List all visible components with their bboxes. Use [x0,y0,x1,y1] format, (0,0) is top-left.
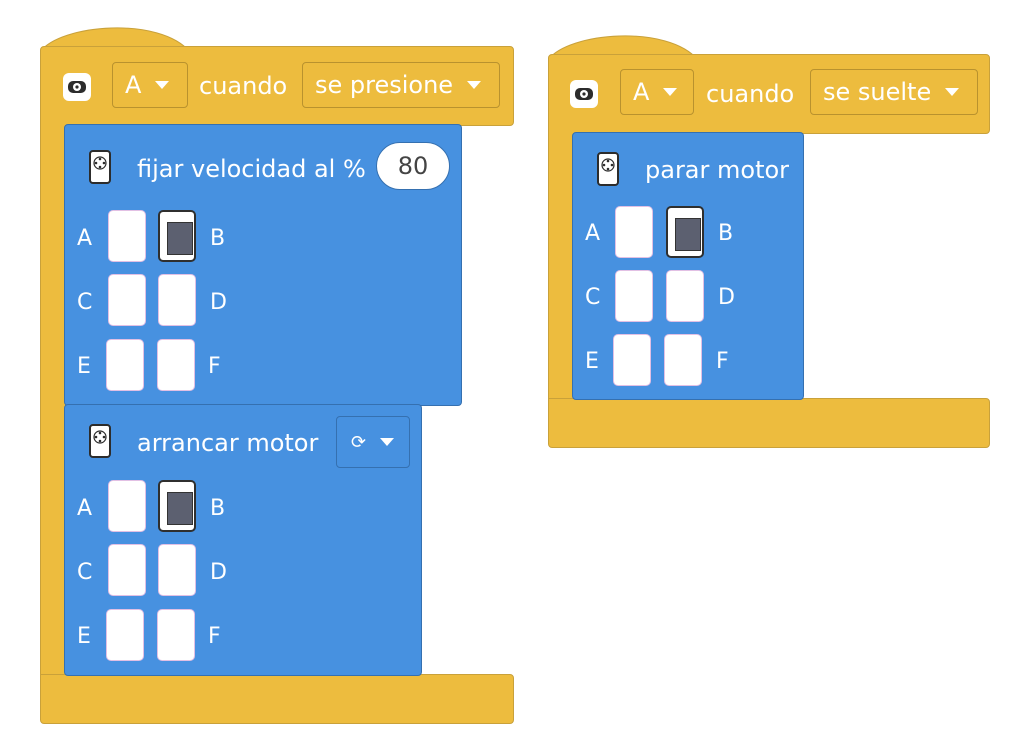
port-toggle-d[interactable] [158,274,196,326]
port-label-b: B [210,496,226,521]
port-dropdown[interactable]: A [620,69,694,115]
port-label-c: C [585,285,601,310]
remote-control-icon [89,150,111,184]
remote-control-icon [89,424,111,458]
hub-port-icon-glyph [575,88,593,100]
event-footer [40,674,514,724]
chevron-down-icon [380,438,395,446]
port-toggle-b[interactable] [158,480,196,532]
port-toggle-a[interactable] [108,210,146,262]
port-toggle-b[interactable] [666,206,704,258]
port-label-c: C [77,560,93,585]
trigger-dropdown[interactable]: se suelte [810,69,978,115]
chevron-down-icon [467,81,482,89]
port-toggle-b[interactable] [158,210,196,262]
port-toggle-f[interactable] [157,339,195,391]
speed-value: 80 [397,152,429,180]
port-label-a: A [77,496,93,521]
port-label-e: E [77,624,91,649]
port-label-f: F [208,624,221,649]
set-speed-label: fijar velocidad al % [137,155,366,183]
event-footer [548,398,990,448]
dpad-glyph [93,430,107,444]
port-label-b: B [718,221,734,246]
trigger-dropdown[interactable]: se presione [302,62,500,108]
chevron-down-icon [663,88,678,96]
dpad-glyph [601,158,615,172]
port-label-f: F [716,349,729,374]
port-toggle-f[interactable] [664,334,702,386]
remote-control-icon [597,152,619,186]
dpad-glyph [93,156,107,170]
port-label-e: E [77,354,91,379]
port-toggle-e[interactable] [613,334,651,386]
port-toggle-c[interactable] [615,270,653,322]
direction-dropdown[interactable]: ⟳ [336,416,410,468]
hub-port-icon [570,80,598,108]
port-label-d: D [210,560,227,585]
port-toggle-d[interactable] [666,270,704,322]
port-label-c: C [77,290,93,315]
port-dropdown-value: A [125,71,142,99]
port-toggle-f[interactable] [157,609,195,661]
event-body-spine [40,125,67,677]
port-toggle-a[interactable] [108,480,146,532]
port-toggle-e[interactable] [106,339,144,391]
when-label: cuando [706,80,795,108]
port-dropdown[interactable]: A [112,62,188,108]
rotate-clockwise-icon: ⟳ [351,431,367,453]
hub-port-icon [63,73,91,101]
chevron-down-icon [155,81,170,89]
event-body-spine [548,133,575,403]
port-label-a: A [77,226,93,251]
port-toggle-a[interactable] [615,206,653,258]
port-toggle-c[interactable] [108,274,146,326]
port-label-e: E [585,349,599,374]
port-label-d: D [718,285,735,310]
chevron-down-icon [945,88,960,96]
hub-port-icon-glyph [68,81,86,93]
port-label-f: F [208,354,221,379]
speed-value-input[interactable]: 80 [376,142,450,190]
port-toggle-c[interactable] [108,544,146,596]
stop-motor-label: parar motor [645,156,790,184]
port-label-b: B [210,226,226,251]
port-dropdown-value: A [633,78,650,106]
trigger-dropdown-value: se suelte [823,78,932,106]
port-label-a: A [585,221,601,246]
port-toggle-e[interactable] [106,609,144,661]
port-toggle-d[interactable] [158,544,196,596]
port-label-d: D [210,290,227,315]
start-motor-label: arrancar motor [137,429,319,457]
trigger-dropdown-value: se presione [315,71,454,99]
when-label: cuando [199,72,288,100]
